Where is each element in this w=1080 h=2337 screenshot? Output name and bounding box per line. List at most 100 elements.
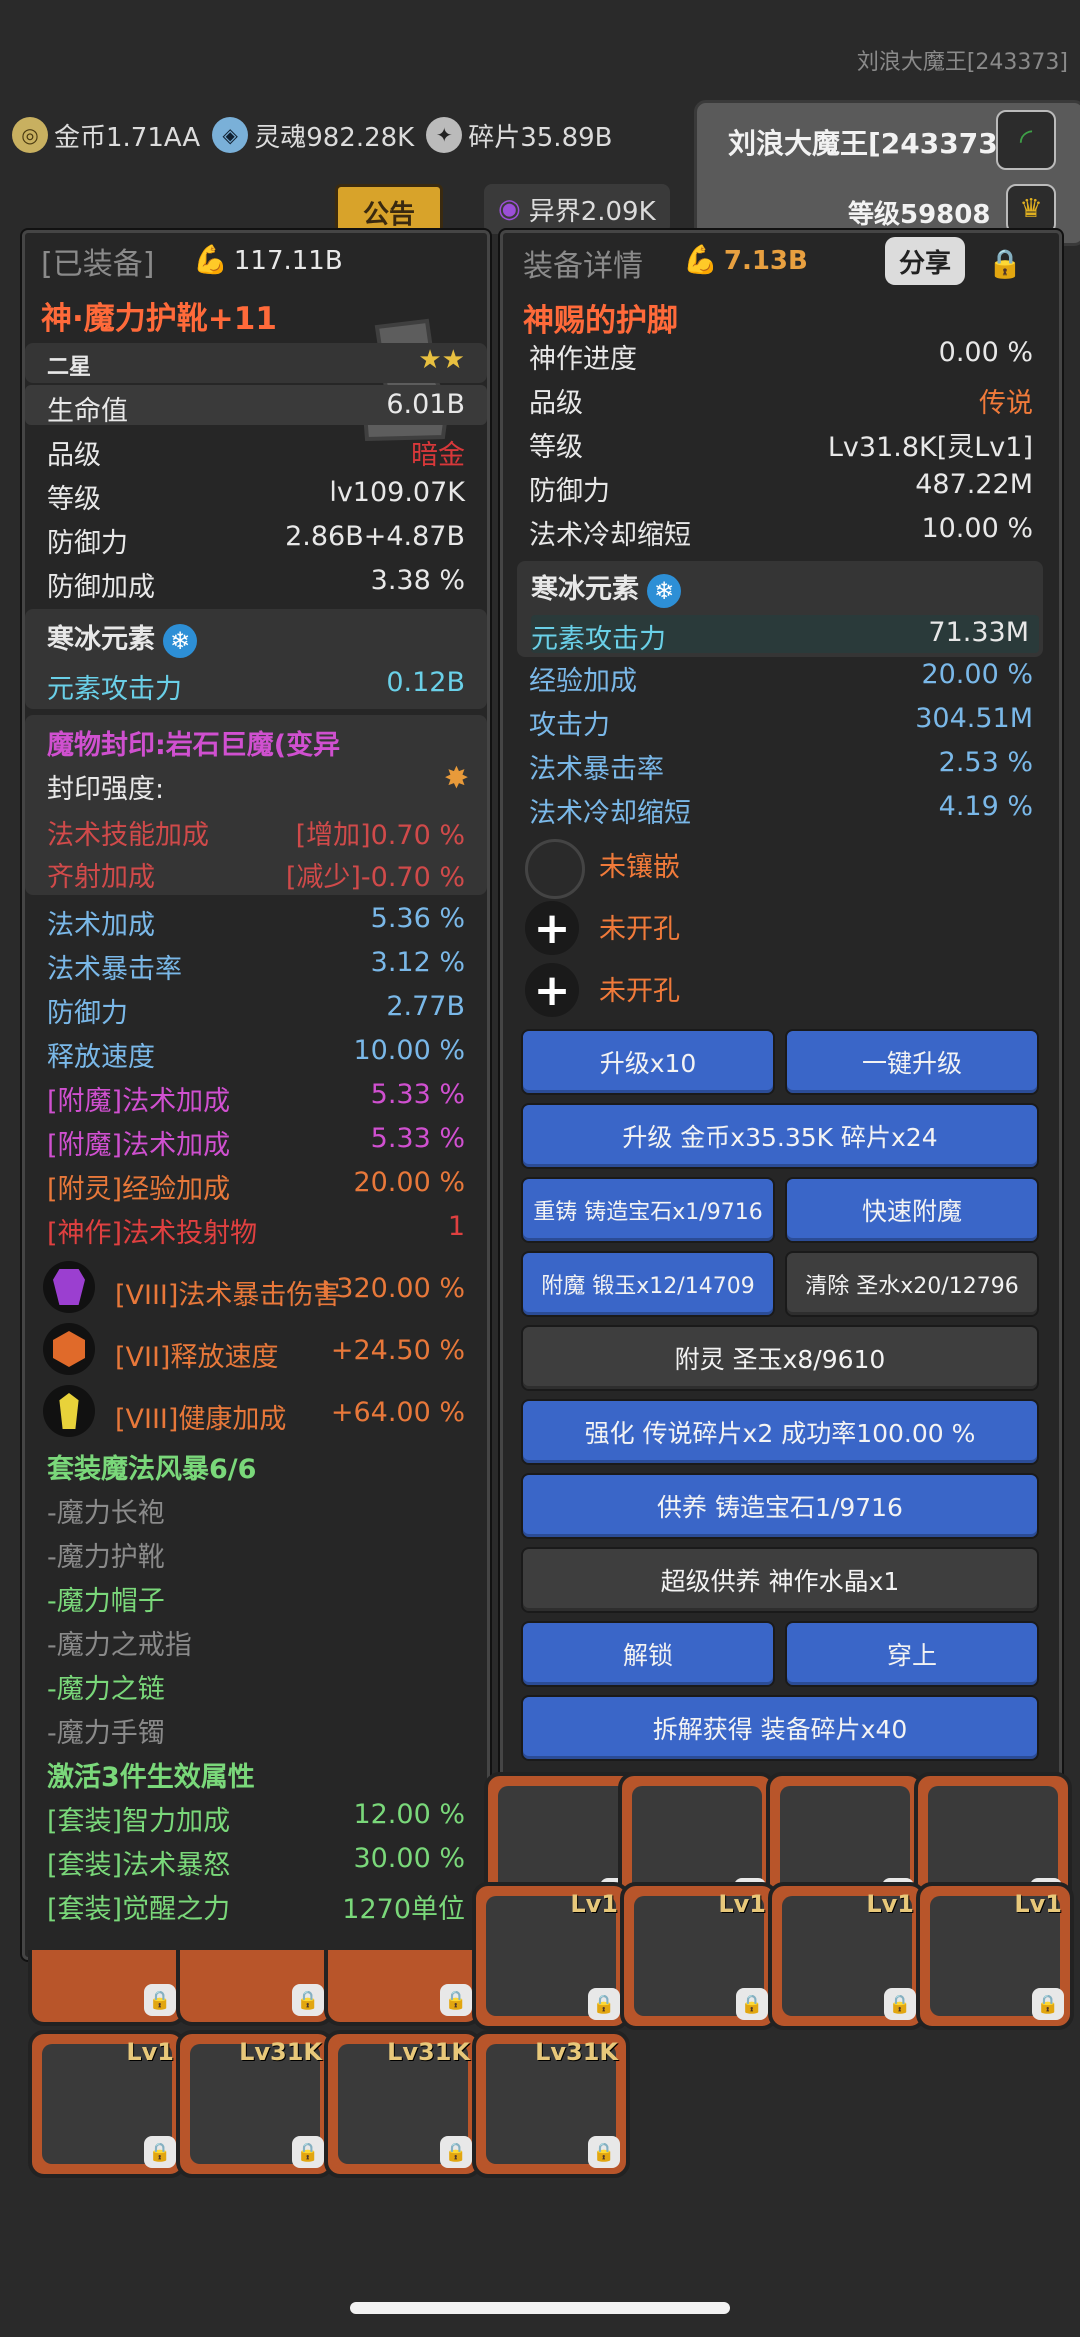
stat-row: 生命值 6.01B: [25, 385, 487, 427]
detail-stat-label: 防御力: [529, 476, 610, 507]
detail-attr-label: 经验加成: [529, 666, 637, 697]
attr-row: 防御力 2.77B: [25, 991, 487, 1031]
star-row: 二星 ★★: [25, 343, 487, 383]
set-item: -魔力长袍: [25, 1491, 487, 1531]
detail-power-text: 7.13B: [723, 246, 808, 276]
home-indicator[interactable]: [350, 2302, 730, 2314]
stat-label: 生命值: [47, 396, 128, 427]
inventory-slot[interactable]: Lv31K 🔒: [472, 2030, 630, 2178]
detail-attr-value: 2.53 %: [938, 747, 1033, 778]
detail-attr-value: 20.00 %: [921, 659, 1033, 690]
detail-label: 装备详情: [523, 249, 643, 284]
upgrade-cost-button[interactable]: 升级 金币x35.35K 碎片x24: [521, 1103, 1039, 1169]
stat-value: 6.01B: [386, 389, 465, 420]
inventory-slot[interactable]: Lv1 🔒: [28, 2030, 186, 2178]
equip-button[interactable]: 穿上: [785, 1621, 1039, 1687]
inventory-slot[interactable]: 🔒: [28, 1950, 186, 2026]
set-bonus-label: [套装]智力加成: [47, 1806, 231, 1837]
attr-value: 5.33 %: [370, 1079, 465, 1110]
set-title: 套装魔法风暴6/6: [47, 1454, 257, 1485]
attr-value: 5.36 %: [370, 903, 465, 934]
element-section: 寒冰元素 ❄ 元素攻击力 0.12B: [25, 609, 487, 709]
strengthen-button[interactable]: 强化 传说碎片x2 成功率100.00 %: [521, 1399, 1039, 1465]
set-item: -魔力护靴: [25, 1535, 487, 1575]
player-name: 刘浪大魔王[243373]: [728, 127, 1011, 160]
detail-attr-value: 304.51M: [915, 703, 1033, 734]
set-bonus-value: 12.00 %: [353, 1799, 465, 1830]
upgrade-x10-button[interactable]: 升级x10: [521, 1029, 775, 1095]
detail-stat-value: 0.00 %: [938, 337, 1033, 368]
attr-label: 防御力: [47, 998, 128, 1029]
attr-row: 法术暴击率 3.12 %: [25, 947, 487, 987]
slot-level: Lv1: [866, 1890, 914, 1918]
lock-icon: 🔒: [144, 2136, 176, 2168]
spirit-button[interactable]: 附灵 圣玉x8/9610: [521, 1325, 1039, 1391]
stat-row: 防御加成 3.38 %: [25, 561, 487, 603]
inventory-slot[interactable]: Lv1 🔒: [620, 1882, 778, 2030]
inventory-slot[interactable]: Lv1 🔒: [768, 1882, 926, 2030]
seal-stat-label: 齐射加成: [47, 862, 155, 893]
empty-socket-icon[interactable]: [525, 839, 585, 899]
crown-icon[interactable]: ♛: [1006, 184, 1056, 234]
gold-coin-icon: ◎: [12, 117, 48, 153]
item-name: 神·魔力护靴+11: [41, 301, 277, 337]
dismantle-button[interactable]: 拆解获得 装备碎片x40: [521, 1695, 1039, 1761]
detail-stat-label: 神作进度: [529, 344, 637, 375]
power-value: 💪 117.11B: [193, 243, 343, 276]
attr-label: 法术暴击率: [47, 954, 182, 985]
quick-enchant-button[interactable]: 快速附魔: [785, 1177, 1039, 1243]
add-socket-icon[interactable]: +: [525, 901, 579, 955]
clear-button[interactable]: 清除 圣水x20/12796: [785, 1251, 1039, 1317]
super-nurture-button[interactable]: 超级供养 神作水晶x1: [521, 1547, 1039, 1613]
stat-value: 2.86B+4.87B: [285, 521, 465, 552]
detail-power: 💪 7.13B: [683, 243, 808, 276]
attr-row: [附灵]经验加成 20.00 %: [25, 1167, 487, 1207]
detail-element-title: 寒冰元素 ❄: [531, 567, 681, 608]
stat-value: 暗金: [411, 440, 465, 471]
stat-label: 防御加成: [47, 572, 155, 603]
detail-element-stat-value: 71.33M: [928, 617, 1029, 648]
gold-currency: ◎ 金币1.71AA: [12, 117, 200, 154]
inventory-slot[interactable]: Lv31K 🔒: [324, 2030, 482, 2178]
snowflake-icon: ❄: [647, 573, 681, 608]
soul-currency: ◈ 灵魂982.28K: [212, 117, 414, 154]
nurture-button[interactable]: 供养 铸造宝石1/9716: [521, 1473, 1039, 1539]
seal-title: 魔物封印:岩石巨魔(变异: [47, 730, 341, 761]
inventory-slot[interactable]: 🔒: [176, 1950, 334, 2026]
enchant-button[interactable]: 附魔 锻玉x12/14709: [521, 1251, 775, 1317]
orange-gem-icon: [43, 1323, 95, 1375]
detail-panel: 装备详情 💪 7.13B 分享 🔒 神赐的护脚 神作进度 0.00 % 品级 传说 等…: [500, 230, 1062, 1794]
inventory-slot[interactable]: Lv1 🔒: [472, 1882, 630, 2030]
attr-value: 10.00 %: [353, 1035, 465, 1066]
set-bonus-value: 1270单位: [342, 1894, 465, 1925]
set-bonus-label: [套装]法术暴怒: [47, 1850, 231, 1881]
seal-stat-value: [减少]-0.70 %: [285, 862, 465, 893]
inventory-slot[interactable]: Lv31K 🔒: [176, 2030, 334, 2178]
fragment-currency: ✦ 碎片35.89B: [426, 117, 613, 154]
inventory-slot[interactable]: Lv1 🔒: [916, 1882, 1074, 2030]
share-button[interactable]: 分享: [885, 237, 965, 285]
attr-row: [神作]法术投射物 1: [25, 1211, 487, 1251]
attr-row: 释放速度 10.00 %: [25, 1035, 487, 1075]
lock-toggle-icon[interactable]: 🔒: [977, 237, 1033, 289]
recast-button[interactable]: 重铸 铸造宝石x1/9716: [521, 1177, 775, 1243]
socket-label: 未镶嵌: [599, 852, 680, 883]
lock-icon: 🔒: [1032, 1988, 1064, 2020]
stat-label: 等级: [47, 484, 101, 515]
player-name-top: 刘浪大魔王[243373]: [856, 50, 1068, 75]
strength-icon: 💪: [683, 243, 718, 276]
set-item-label: -魔力之戒指: [47, 1630, 192, 1661]
unlock-button[interactable]: 解锁: [521, 1621, 775, 1687]
attr-label: 释放速度: [47, 1042, 155, 1073]
detail-attr-row: 攻击力 304.51M: [503, 703, 1059, 743]
add-socket-icon[interactable]: +: [525, 963, 579, 1017]
otherworld-counter[interactable]: ◉ 异界2.09K: [484, 184, 670, 234]
gem-row: [VIII]健康加成 +64.00 %: [25, 1385, 487, 1443]
set-item-label: -魔力护靴: [47, 1542, 165, 1573]
one-key-upgrade-button[interactable]: 一键升级: [785, 1029, 1039, 1095]
attr-label: [附魔]法术加成: [47, 1130, 231, 1161]
lock-icon: 🔒: [292, 2136, 324, 2168]
yellow-gem-icon: [43, 1385, 95, 1437]
inventory-slot[interactable]: 🔒: [324, 1950, 482, 2026]
signal-icon[interactable]: ◜: [996, 110, 1056, 170]
